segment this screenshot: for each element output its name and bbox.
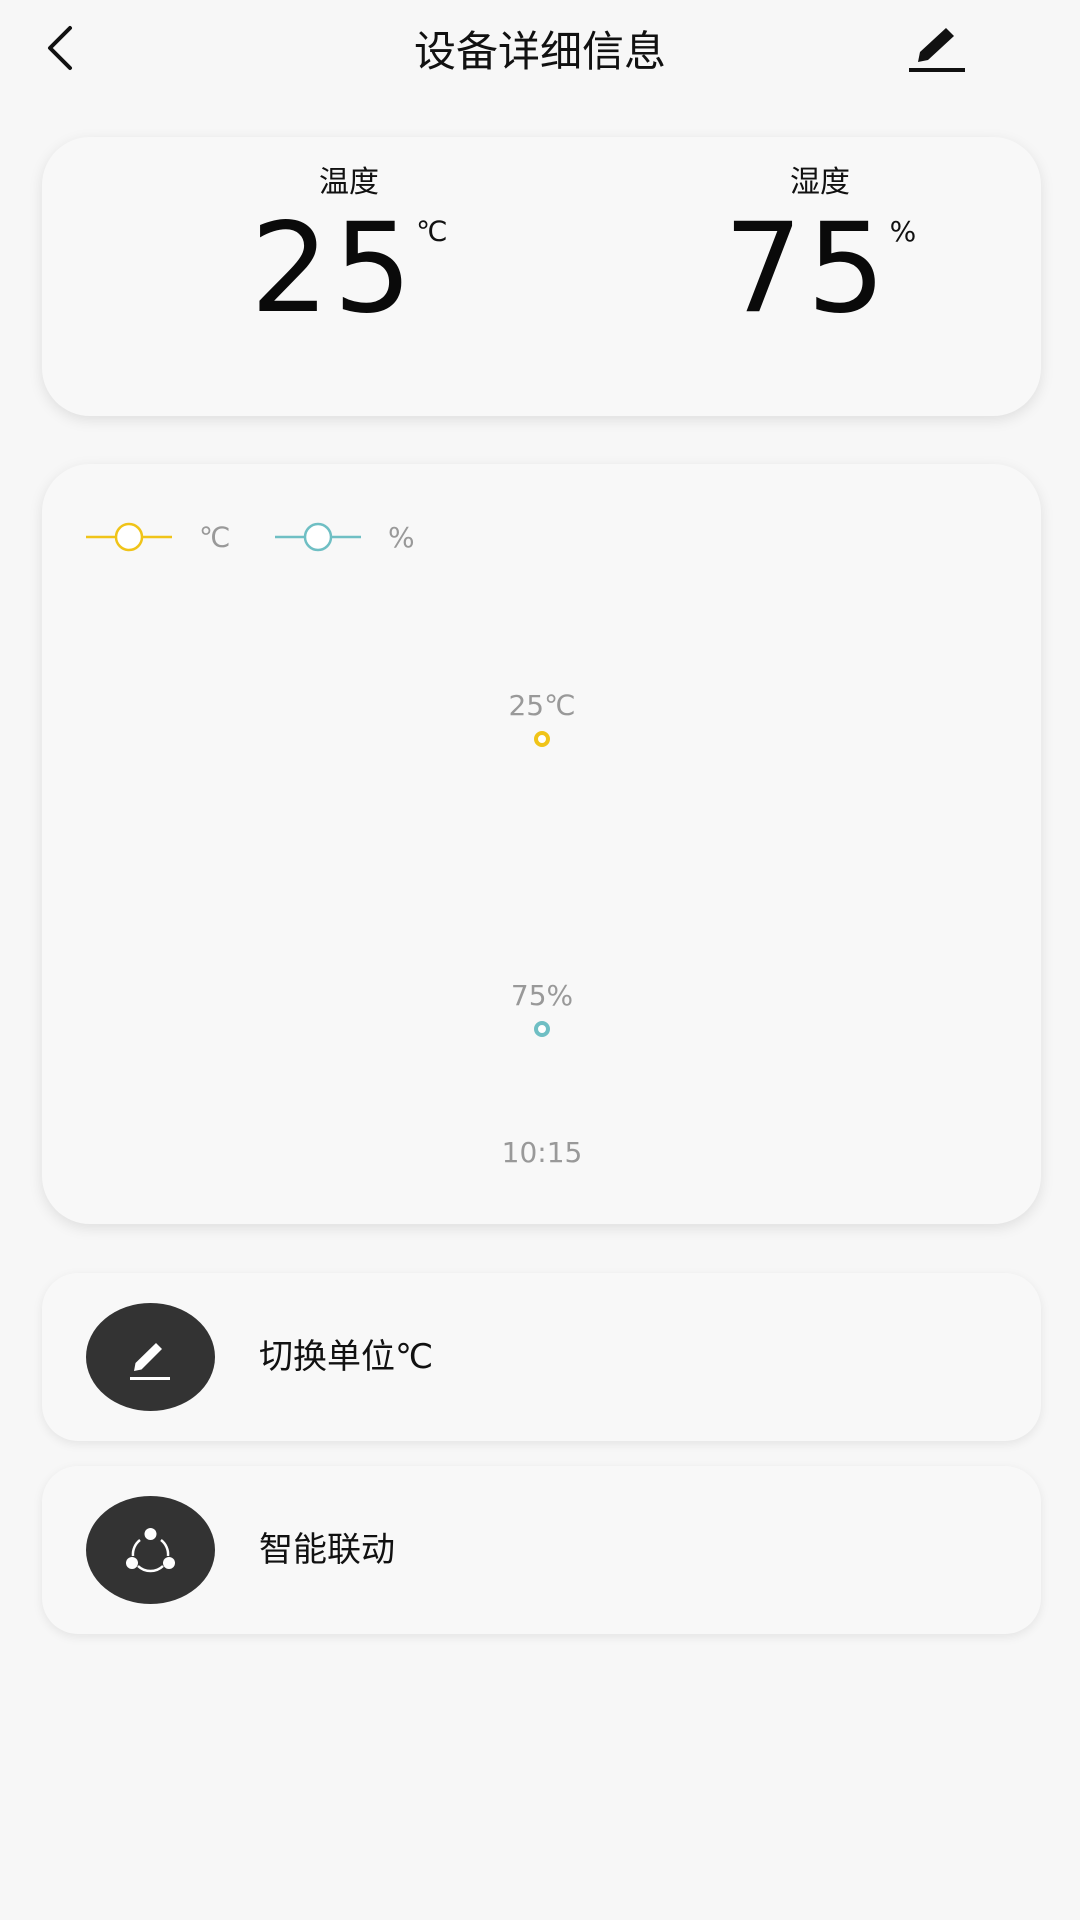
readings-card: 温度 25℃ 湿度 75% (42, 137, 1041, 416)
x-tick-label: 10:15 (502, 1136, 583, 1169)
pencil-icon (909, 28, 965, 72)
temperature-label: 温度 (319, 165, 379, 200)
humidity-value: 75 (723, 197, 890, 341)
point-label: 25℃ (508, 689, 575, 722)
smart-linkage-row[interactable]: 智能联动 (42, 1466, 1041, 1634)
humidity-unit: % (889, 215, 917, 248)
device-detail-page: 设备详细信息 温度 25℃ 湿度 75% ℃% 25℃ 75% 10:15 切换… (0, 0, 1080, 1920)
legend-label: % (388, 521, 415, 554)
data-point (534, 1021, 550, 1037)
header: 设备详细信息 (0, 0, 1080, 100)
share-nodes-icon (126, 1528, 175, 1573)
temperature-reading: 温度 25℃ (139, 137, 559, 416)
edit-button[interactable] (906, 22, 970, 78)
switch-unit-label: 切换单位℃ (259, 1337, 434, 1377)
legend-label: ℃ (199, 521, 230, 554)
humidity-label: 湿度 (790, 165, 850, 200)
switch-unit-icon-circle (86, 1303, 215, 1411)
data-point (534, 731, 550, 747)
temperature-unit: ℃ (416, 215, 448, 248)
smart-linkage-icon-circle (86, 1496, 215, 1604)
switch-unit-row[interactable]: 切换单位℃ (42, 1273, 1041, 1441)
humidity-reading: 湿度 75% (610, 137, 1030, 416)
legend-item: % (275, 521, 415, 554)
history-chart: ℃ % 25℃ 75% 10:15 (86, 521, 583, 1169)
chart-card: ℃% 25℃ 75% 10:15 (42, 464, 1041, 1224)
legend-marker (303, 522, 333, 552)
temperature-value: 25 (250, 197, 417, 341)
legend-item: ℃ (86, 521, 230, 554)
pencil-icon (130, 1343, 170, 1380)
point-label: 75% (511, 979, 573, 1012)
legend-marker (114, 522, 144, 552)
smart-linkage-label: 智能联动 (259, 1530, 395, 1570)
